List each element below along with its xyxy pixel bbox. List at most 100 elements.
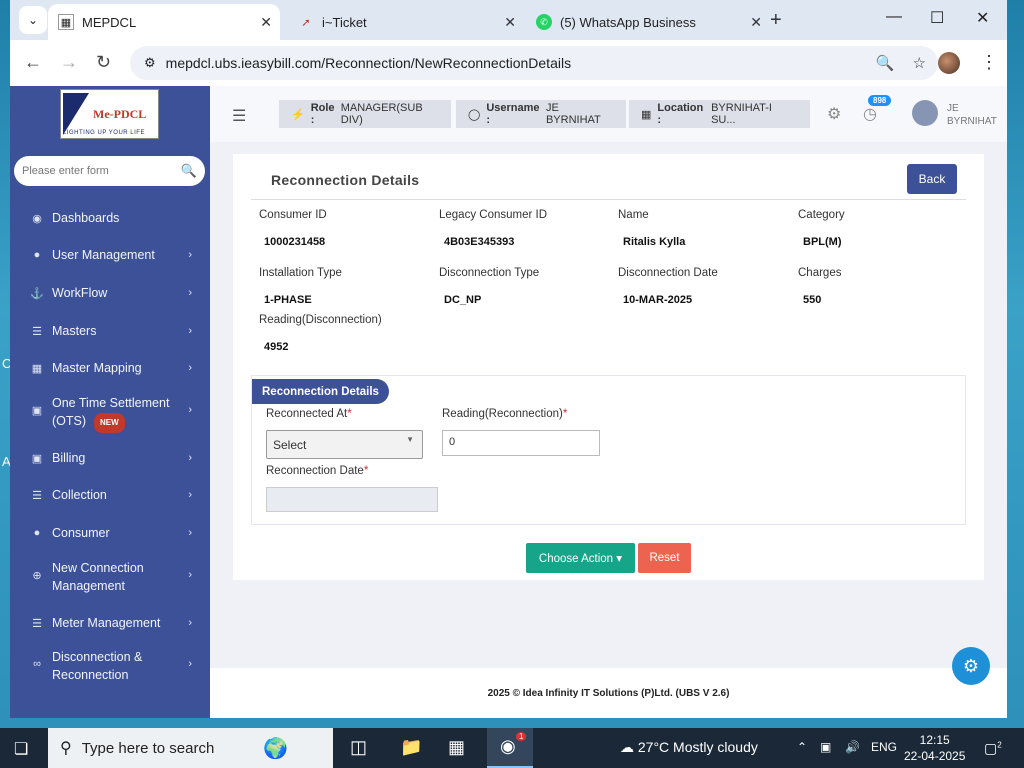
sidebar-item-label: New Connection — [52, 561, 144, 575]
sidebar-item-dashboards[interactable]: ◉ Dashboards — [10, 208, 210, 228]
sidebar-item-label: Collection — [52, 488, 107, 502]
divider — [251, 199, 966, 200]
palette-icon: ◉ — [32, 212, 42, 225]
zoom-icon[interactable]: 🔍 — [876, 54, 895, 72]
back-button[interactable]: Back — [907, 164, 957, 194]
reading-reconnection-input[interactable]: 0 — [442, 430, 600, 456]
page-title: Reconnection Details — [271, 172, 420, 188]
list-icon: ☰ — [32, 325, 42, 338]
sidebar-item-master-mapping[interactable]: ▦ Master Mapping › — [10, 358, 210, 378]
reset-button[interactable]: Reset — [638, 543, 691, 573]
weather-widget[interactable]: ☁ 27°C Mostly cloudy — [620, 739, 758, 756]
menu-toggle-icon[interactable]: ☰ — [232, 106, 246, 126]
store-icon[interactable]: ▦ — [448, 737, 465, 758]
network-icon[interactable]: ▣ — [820, 740, 831, 754]
search-icon: ⚲ — [60, 740, 72, 757]
settings-gear-icon[interactable]: ⚙ — [952, 647, 990, 685]
sidebar-item-consumer[interactable]: ● Consumer › — [10, 523, 210, 543]
sidebar-item-collection[interactable]: ☰ Collection › — [10, 485, 210, 505]
sidebar-item-billing[interactable]: ▣ Billing › — [10, 448, 210, 468]
task-view-icon[interactable]: ◫ — [350, 737, 367, 758]
tab-whatsapp[interactable]: ✆ (5) WhatsApp Business ✕ — [526, 4, 770, 40]
reload-icon[interactable]: ↻ — [96, 52, 111, 73]
legacy-id-value: 4B03E345393 — [444, 236, 515, 248]
chevron-up-icon[interactable]: ⌃ — [797, 740, 807, 754]
chevron-right-icon: › — [188, 617, 192, 629]
url-bar[interactable]: ⚙ mepdcl.ubs.ieasybill.com/Reconnection/… — [130, 46, 938, 80]
profile-avatar[interactable] — [938, 52, 960, 74]
site-info-icon[interactable]: ⚙ — [144, 55, 156, 71]
taskbar-search[interactable]: ⚲ Type here to search 🌍 — [48, 728, 333, 768]
top-header: ☰ ⚡ Role : MANAGER(SUB DIV) ◯ Username :… — [210, 86, 1007, 142]
role-label: Role : — [310, 102, 335, 126]
sidebar-item-disconnection-reconnection[interactable]: ∞ Disconnection & Reconnection › — [10, 648, 210, 684]
reconnection-date-input[interactable] — [266, 487, 438, 512]
tab-mepdcl[interactable]: ▦ MEPDCL ✕ — [48, 4, 280, 40]
tab-search-button[interactable]: ⌄ — [19, 6, 47, 34]
select-value: Select — [273, 438, 307, 452]
role-value: MANAGER(SUB DIV) — [340, 102, 423, 126]
caret-down-icon: ▼ — [406, 435, 414, 444]
sidebar-item-ots[interactable]: ▣ One Time Settlement (OTS) NEW › — [10, 394, 210, 433]
consumer-id-label: Consumer ID — [259, 209, 327, 221]
mepdcl-logo[interactable]: Me-PDCL LIGHTING UP YOUR LIFE — [60, 89, 159, 139]
address-bar-row: ← → ↻ ⚙ mepdcl.ubs.ieasybill.com/Reconne… — [10, 40, 1007, 86]
notification-center-icon[interactable]: ▢2 — [984, 740, 1002, 757]
language-indicator[interactable]: ENG — [871, 740, 897, 754]
clock-date: 22-04-2025 — [904, 749, 966, 763]
anchor-icon: ⚓ — [30, 287, 44, 300]
taskbar-search-placeholder: Type here to search — [81, 739, 215, 757]
sidebar-item-label: One Time Settlement — [52, 396, 170, 410]
clock-icon[interactable]: ◷ — [863, 104, 877, 124]
file-explorer-icon[interactable]: 📁 — [400, 737, 422, 758]
close-tab-icon[interactable]: ✕ — [260, 14, 272, 31]
reconnection-date-label: Reconnection Date* — [266, 465, 368, 477]
avatar[interactable] — [912, 100, 938, 126]
new-tab-icon[interactable]: + — [770, 9, 782, 32]
user-circle-icon: ◯ — [468, 108, 481, 121]
user-name[interactable]: JE BYRNIHAT — [947, 102, 997, 128]
sidebar-search-input[interactable]: Please enter form 🔍 — [14, 156, 205, 186]
required-mark: * — [347, 408, 352, 420]
volume-icon[interactable]: 🔊 — [845, 740, 860, 754]
close-window-icon[interactable]: ✕ — [976, 8, 989, 28]
chevron-right-icon: › — [188, 527, 192, 539]
back-arrow-icon[interactable]: ← — [24, 52, 42, 73]
sidebar-item-meter-management[interactable]: ☰ Meter Management › — [10, 613, 210, 633]
browser-menu-icon[interactable]: ⋮ — [980, 52, 998, 73]
tab-iticket[interactable]: ➚ i~Ticket ✕ — [288, 4, 524, 40]
reading-label-text: Reading(Reconnection) — [442, 408, 563, 420]
sidebar-item-label: Master Mapping — [52, 361, 142, 375]
sitemap-icon: ▦ — [31, 362, 43, 375]
bookmark-star-icon[interactable]: ☆ — [913, 54, 926, 72]
sidebar-item-label: User Management — [52, 248, 155, 262]
sidebar-item-user-management[interactable]: ● User Management › — [10, 245, 210, 265]
sidebar-item-label: Billing — [52, 451, 86, 465]
logo-tagline: LIGHTING UP YOUR LIFE — [63, 130, 145, 136]
name-label: Name — [618, 209, 649, 221]
reconnected-at-select[interactable]: Select ▼ — [266, 430, 423, 459]
forward-arrow-icon[interactable]: → — [60, 52, 78, 73]
system-clock[interactable]: 12:15 22-04-2025 — [904, 732, 965, 764]
sidebar-item-masters[interactable]: ☰ Masters › — [10, 321, 210, 341]
minimize-icon[interactable]: — — [886, 8, 902, 26]
choose-action-button[interactable]: Choose Action ▾ — [526, 543, 635, 573]
disconnection-date-label: Disconnection Date — [618, 267, 718, 279]
charges-label: Charges — [798, 267, 842, 279]
username-value: JE BYRNIHAT — [545, 102, 601, 126]
chrome-taskbar-button[interactable]: ◉ 1 — [487, 728, 533, 768]
close-tab-icon[interactable]: ✕ — [504, 14, 516, 31]
chevron-right-icon: › — [188, 658, 192, 670]
notification-badge: 898 — [868, 95, 892, 106]
close-tab-icon[interactable]: ✕ — [750, 14, 762, 31]
sidebar-item-workflow[interactable]: ⚓ WorkFlow › — [10, 283, 210, 303]
reading-disconnection-value: 4952 — [264, 341, 289, 353]
sidebar-item-new-connection[interactable]: ⊕ New Connection Management › — [10, 559, 210, 595]
maximize-icon[interactable]: ☐ — [930, 8, 944, 28]
users-group-icon[interactable]: ⚙ — [827, 104, 841, 124]
windows-start-icon[interactable]: ❏ — [14, 739, 28, 759]
tab-strip: ⌄ ▦ MEPDCL ✕ ➚ i~Ticket ✕ ✆ (5) WhatsApp… — [10, 0, 1007, 40]
charges-value: 550 — [803, 294, 822, 306]
search-icon[interactable]: 🔍 — [181, 163, 197, 179]
chevron-right-icon: › — [188, 452, 192, 464]
